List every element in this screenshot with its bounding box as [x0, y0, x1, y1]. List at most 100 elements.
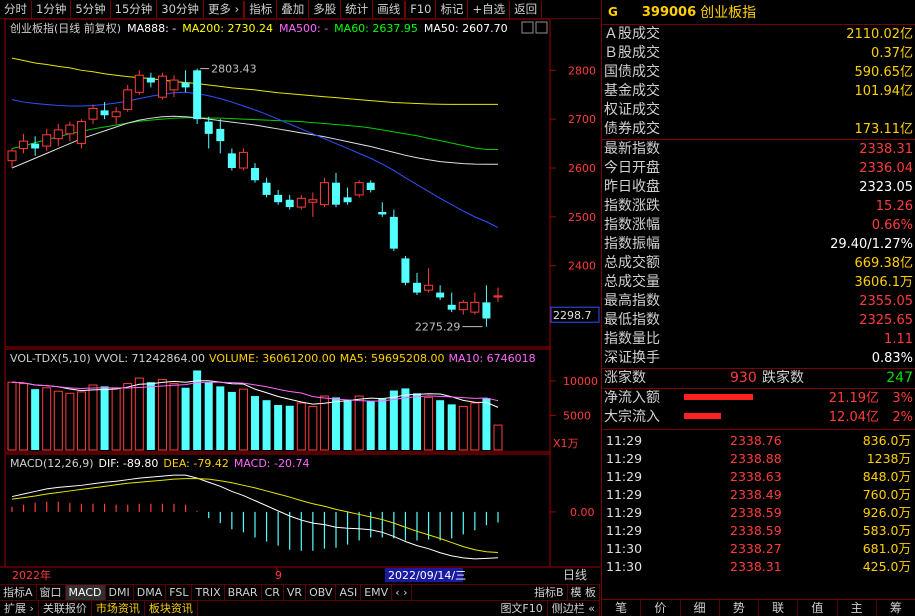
- volume-bar: [42, 387, 52, 451]
- candle-body: [146, 77, 155, 83]
- toolbar-item-7[interactable]: 叠加: [277, 0, 308, 19]
- extension-tab-1[interactable]: 关联报价: [39, 601, 92, 616]
- kline-chart-svg[interactable]: 2800270026002500240023002803.432275.2922…: [0, 19, 600, 585]
- indicator-tab-4[interactable]: DMA: [134, 585, 167, 600]
- tick-time: 11:30: [606, 541, 643, 556]
- volume-bar: [227, 391, 236, 450]
- toolbar-item-12[interactable]: 标记: [436, 0, 467, 19]
- toolbar-item-5[interactable]: 更多 ›: [204, 0, 243, 19]
- candle-body: [366, 182, 375, 190]
- extension-tab-3[interactable]: 板块资讯: [145, 601, 198, 616]
- tick-list[interactable]: 11:29 2338.76 836.0万 11:29 2338.88 1238万 11:29…: [602, 432, 915, 576]
- macd-legend: MACD(12,26,9) DIF: -89.80 DEA: -79.42 MACD:…: [10, 457, 309, 470]
- flow-value: 21.19亿: [828, 391, 879, 406]
- flow-bar: [684, 394, 753, 400]
- quote-label: 指数涨跌: [604, 198, 660, 214]
- candle-body: [401, 258, 410, 283]
- quote-label: 总成交量: [604, 274, 660, 290]
- volume-bar: [413, 393, 421, 450]
- indicator-right-tab-0[interactable]: 指标B: [531, 585, 568, 600]
- candle-body: [319, 182, 329, 206]
- volume-bar: [274, 405, 283, 450]
- tick-volume: 1238万: [866, 451, 911, 466]
- kline-chart[interactable]: 2800270026002500240023002803.432275.2922…: [0, 19, 600, 585]
- legend-settings-icon[interactable]: [535, 21, 548, 34]
- flow-row: 大宗流入 12.04亿 2%: [602, 408, 915, 427]
- quote-row: 最高指数 2355.05: [602, 292, 915, 311]
- toolbar-item-10[interactable]: 画线: [373, 0, 404, 19]
- panel-footer-tab-2[interactable]: 细: [681, 600, 720, 616]
- volume-bar: [296, 402, 306, 451]
- indicator-tab-5[interactable]: FSL: [166, 585, 193, 600]
- toolbar-item-3[interactable]: 15分钟: [111, 0, 157, 19]
- volume-bar: [169, 383, 179, 451]
- tick-time: 11:29: [606, 523, 643, 538]
- candle-body: [470, 301, 480, 313]
- panel-footer-tab-0[interactable]: 笔: [602, 600, 642, 616]
- low-price-label: 2275.29: [415, 321, 461, 334]
- extension-right-tab-1[interactable]: 侧边栏 «: [548, 601, 600, 616]
- quote-label: 最新指数: [604, 141, 660, 157]
- volume-bar: [65, 392, 75, 451]
- indicator-tab-13[interactable]: ‹ ›: [392, 585, 412, 600]
- tick-price: 2338.63: [730, 469, 782, 484]
- indicator-right-tab-1[interactable]: 模 板: [568, 585, 600, 600]
- tick-price: 2338.27: [730, 541, 782, 556]
- toolbar-item-9[interactable]: 统计: [341, 0, 372, 19]
- toolbar-item-13[interactable]: +自选: [468, 0, 509, 19]
- market-volume-row: Ａ股成交 2110.02亿: [602, 25, 915, 44]
- indicator-tab-11[interactable]: ASI: [336, 585, 362, 600]
- extension-tab-2[interactable]: 市场资讯: [92, 601, 145, 616]
- extension-right-tab-0[interactable]: 图文F10: [496, 601, 548, 616]
- toolbar-item-8[interactable]: 多股: [309, 0, 340, 19]
- tick-row: 11:30 2338.31 425.0万: [602, 558, 915, 576]
- candle-body: [31, 143, 40, 149]
- candle-body: [262, 182, 271, 195]
- volume-bar: [76, 391, 86, 451]
- quote-row: 今日开盘 2336.04: [602, 159, 915, 178]
- quote-label: 指数振幅: [604, 236, 660, 252]
- volume-bar: [53, 390, 63, 451]
- toolbar-item-0[interactable]: 分时: [0, 0, 31, 19]
- candle-body: [111, 111, 121, 118]
- candle-body: [436, 292, 445, 298]
- indicator-tab-2[interactable]: MACD: [65, 585, 106, 600]
- quote-panel: G 399006 创业板指 Ａ股成交 2110.02亿 Ｂ股成交 0.37亿 国债成交 5…: [601, 0, 915, 616]
- panel-footer-tab-1[interactable]: 价: [641, 600, 681, 616]
- indicator-tab-6[interactable]: TRIX: [192, 585, 225, 600]
- extension-tab-0[interactable]: 扩展 ›: [0, 601, 39, 616]
- panel-footer-tab-3[interactable]: 势: [720, 600, 759, 616]
- quote-label: 昨日收盘: [604, 179, 660, 195]
- quote-label: 今日开盘: [604, 160, 660, 176]
- candle-body: [274, 194, 283, 203]
- tick-time: 11:29: [606, 451, 643, 466]
- indicator-tab-12[interactable]: EMV: [361, 585, 393, 600]
- indicator-tab-1[interactable]: 窗口: [37, 585, 66, 600]
- toolbar-item-14[interactable]: 返回: [510, 0, 541, 19]
- market-volume-label: Ａ股成交: [604, 26, 660, 42]
- indicator-tab-10[interactable]: OBV: [306, 585, 337, 600]
- toolbar-item-6[interactable]: 指标: [245, 0, 276, 19]
- indicator-tab-7[interactable]: BRAR: [225, 585, 262, 600]
- toolbar-item-2[interactable]: 5分钟: [71, 0, 109, 19]
- tick-row: 11:29 2338.49 760.0万: [602, 486, 915, 504]
- tick-row: 11:29 2338.88 1238万: [602, 450, 915, 468]
- toolbar-item-4[interactable]: 30分钟: [157, 0, 203, 19]
- indicator-tab-9[interactable]: VR: [284, 585, 307, 600]
- panel-footer-tab-4[interactable]: 联: [759, 600, 799, 616]
- panel-footer-tab-6[interactable]: 主: [838, 600, 877, 616]
- indicator-tab-0[interactable]: 指标A: [0, 585, 37, 600]
- panel-footer-tab-5[interactable]: 值: [798, 600, 838, 616]
- volume-bar: [308, 405, 318, 451]
- toolbar-item-1[interactable]: 1分钟: [32, 0, 70, 19]
- toolbar-item-11[interactable]: F10: [406, 0, 435, 19]
- legend-close-icon[interactable]: [521, 21, 534, 34]
- candle-body: [296, 197, 306, 208]
- tick-time: 11:29: [606, 469, 643, 484]
- panel-footer-tab-7[interactable]: 筹: [877, 600, 915, 616]
- indicator-tab-8[interactable]: CR: [262, 585, 284, 600]
- quote-value: 2336.04: [859, 161, 913, 176]
- quote-value: 1.11: [884, 332, 913, 347]
- ma-legend-item: MA500: -: [279, 22, 328, 35]
- indicator-tab-3[interactable]: DMI: [106, 585, 134, 600]
